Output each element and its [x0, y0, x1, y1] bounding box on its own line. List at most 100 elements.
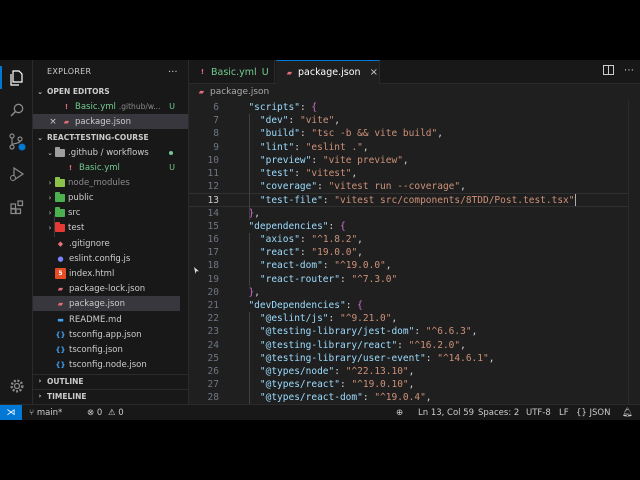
tree-folder[interactable]: › node_modules	[33, 175, 183, 190]
search-icon[interactable]	[7, 100, 26, 119]
folder-test-icon	[55, 221, 65, 232]
open-editor-item[interactable]: ! Basic.yml .github/w... U	[33, 99, 183, 114]
code-editor[interactable]: 6 "scripts": {7 "dev": "vite", 8 "build":…	[189, 100, 640, 405]
language-label: JSON	[589, 408, 611, 418]
tree-label: public	[68, 192, 94, 203]
code-line[interactable]: 12 "coverage": "vitest run --coverage",	[189, 180, 629, 193]
project-header[interactable]: ⌄ REACT-TESTING-COURSE	[33, 131, 188, 144]
tree-file-selected[interactable]: ▰ package.json	[33, 296, 180, 311]
close-icon[interactable]: ×	[370, 67, 378, 78]
editor-scrollbar[interactable]	[628, 100, 640, 404]
run-debug-icon[interactable]	[7, 164, 26, 183]
code-line[interactable]: 11 "test": "vitest",	[189, 167, 629, 180]
code-line[interactable]: 22 "@eslint/js": "^9.21.0",	[189, 312, 629, 325]
end-of-line[interactable]: LF	[559, 408, 569, 418]
text-cursor	[574, 194, 576, 207]
settings-gear-icon[interactable]	[7, 376, 26, 395]
code-line[interactable]: 7 "dev": "vite",	[189, 114, 629, 127]
code-text: "dev": "vite",	[259, 115, 341, 127]
timeline-header[interactable]: › TIMELINE	[33, 389, 188, 402]
language-mode[interactable]: {} JSON	[576, 408, 610, 418]
explorer-sidebar: EXPLORER ... ⌄ OPEN EDITORS ! Basic.yml …	[33, 60, 189, 404]
more-actions-icon[interactable]: ⋯	[624, 65, 634, 78]
tree-file[interactable]: ! Basic.yml U	[33, 160, 183, 175]
activity-bar	[0, 60, 33, 404]
line-number: 7	[213, 115, 219, 127]
tree-file[interactable]: ● eslint.config.js	[33, 251, 183, 266]
code-text: "react-router": "^7.3.0"	[259, 273, 398, 285]
code-line[interactable]: 8 "build": "tsc -b && vite build",	[189, 127, 629, 140]
code-line[interactable]: 25 "@testing-library/user-event": "^14.6…	[189, 352, 629, 365]
notifications-icon[interactable]: 🔔︎	[622, 408, 633, 418]
tree-file[interactable]: 5 index.html	[33, 266, 183, 281]
breadcrumb-label: package.json	[210, 87, 270, 97]
encoding[interactable]: UTF-8	[526, 408, 551, 418]
code-text: "react": "19.0.0",	[259, 247, 363, 259]
code-line[interactable]: 20 },	[189, 286, 629, 299]
tree-file[interactable]: {} tsconfig.app.json	[33, 327, 183, 342]
untracked-badge: U	[169, 163, 175, 172]
branch-indicator[interactable]: ⑂ main*	[29, 408, 62, 418]
code-line[interactable]: 26 "@types/node": "^22.13.10",	[189, 365, 629, 378]
code-line[interactable]: 28 "@types/react-dom": "^19.0.4",	[189, 391, 629, 404]
tree-label: tsconfig.json	[69, 344, 123, 355]
tree-file[interactable]: ◆ .gitignore	[33, 236, 183, 251]
code-line[interactable]: 13 "test-file": "vitest src/components/8…	[189, 193, 629, 207]
tree-folder[interactable]: › public	[33, 190, 183, 205]
line-number: 17	[207, 247, 219, 259]
code-line[interactable]: 21 "devDependencies": {	[189, 299, 629, 312]
code-text: "lint": "eslint .",	[259, 141, 369, 153]
more-actions-icon[interactable]: ...	[168, 64, 178, 75]
open-editor-item[interactable]: × ▰ package.json	[33, 114, 188, 129]
breadcrumb[interactable]: ▰ package.json	[196, 85, 269, 99]
line-number: 28	[207, 392, 219, 404]
chevron-right-icon: ›	[48, 223, 52, 232]
code-text: "preview": "vite preview",	[259, 154, 409, 166]
code-line[interactable]: 14 },	[189, 207, 629, 220]
source-control-icon[interactable]	[7, 132, 26, 151]
error-icon: ⊗	[87, 408, 95, 418]
outline-header[interactable]: › OUTLINE	[33, 374, 188, 387]
tree-label: package-lock.json	[69, 283, 146, 294]
code-line[interactable]: 17 "react": "19.0.0",	[189, 246, 629, 259]
extensions-icon[interactable]	[7, 197, 26, 216]
code-line[interactable]: 19 "react-router": "^7.3.0"	[189, 273, 629, 286]
open-editors-header[interactable]: ⌄ OPEN EDITORS	[33, 85, 188, 98]
remote-indicator-icon[interactable]: ⋊	[0, 404, 22, 420]
tab-basic-yml[interactable]: ! Basic.yml U	[189, 60, 275, 84]
indentation[interactable]: Spaces: 2	[478, 408, 519, 418]
tree-folder[interactable]: › test	[33, 220, 183, 235]
code-line[interactable]: 6 "scripts": {	[189, 101, 629, 114]
tree-folder-github[interactable]: ⌄ .github / workflows	[33, 145, 183, 160]
code-line[interactable]: 18 "react-dom": "^19.0.0",	[189, 259, 629, 272]
tree-file[interactable]: ▬ README.md	[33, 312, 183, 327]
code-line[interactable]: 16 "axios": "^1.8.2",	[189, 233, 629, 246]
tab-package-json[interactable]: ▰ package.json ×	[276, 60, 380, 84]
tree-file[interactable]: {} tsconfig.node.json	[33, 357, 183, 372]
code-line[interactable]: 15 "dependencies": {	[189, 220, 629, 233]
split-editor-icon[interactable]	[603, 65, 614, 78]
code-line[interactable]: 23 "@testing-library/jest-dom": "^6.6.3"…	[189, 325, 629, 338]
code-line[interactable]: 10 "preview": "vite preview",	[189, 154, 629, 167]
files-icon[interactable]	[0, 66, 26, 89]
chevron-down-icon: ⌄	[47, 148, 53, 157]
tree-file[interactable]: {} tsconfig.json	[33, 342, 183, 357]
close-icon[interactable]: ×	[48, 117, 58, 127]
yaml-file-icon: !	[200, 68, 205, 76]
modified-dot	[169, 150, 173, 155]
folder-src-icon	[55, 206, 65, 217]
cursor-position[interactable]: Ln 13, Col 59	[418, 408, 474, 418]
code-line[interactable]: 24 "@testing-library/react": "^16.2.0",	[189, 339, 629, 352]
warning-icon: ⚠	[107, 408, 116, 418]
tree-file[interactable]: ▰ package-lock.json	[33, 281, 183, 296]
code-line[interactable]: 9 "lint": "eslint .",	[189, 141, 629, 154]
problems-indicator[interactable]: ⊗ 0 ⚠ 0	[87, 408, 124, 418]
tsconfig-file-icon: {}	[55, 360, 66, 369]
code-line[interactable]: 27 "@types/react": "^19.0.10",	[189, 378, 629, 391]
tsconfig-file-icon: {}	[55, 330, 66, 339]
zoom-icon[interactable]: ⊕	[396, 408, 403, 418]
warning-count: 0	[118, 408, 124, 418]
yaml-file-icon: !	[64, 102, 69, 111]
line-number: 10	[207, 154, 219, 166]
tree-folder[interactable]: › src	[33, 205, 183, 220]
